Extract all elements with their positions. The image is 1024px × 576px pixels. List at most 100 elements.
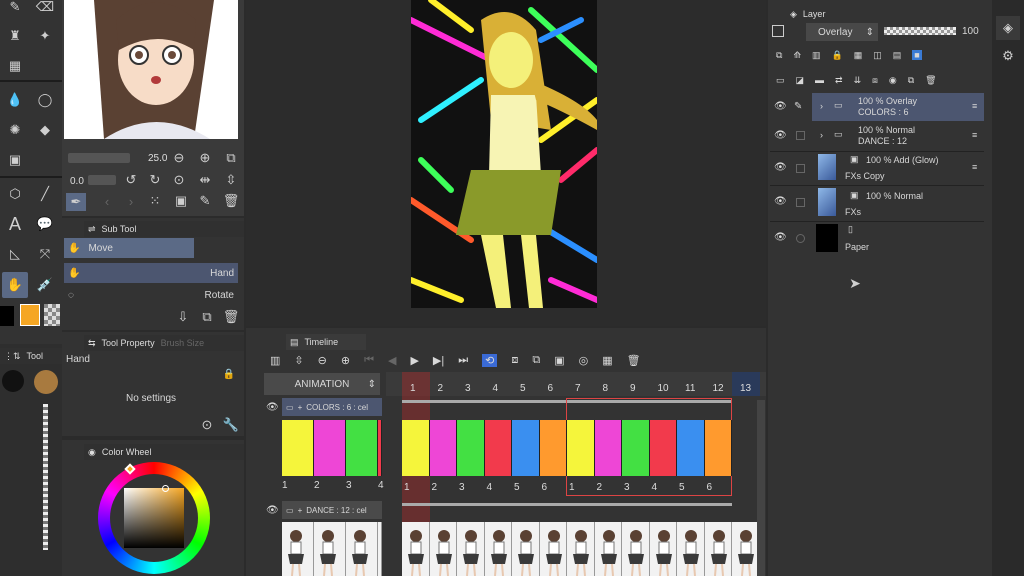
cel-block[interactable] <box>457 420 485 476</box>
cel-block[interactable] <box>429 420 457 476</box>
sparkle-tool-icon[interactable]: ✦ <box>34 26 56 46</box>
cel-block[interactable] <box>378 420 382 476</box>
color-wheel-tab[interactable]: ◉ Color Wheel <box>84 444 244 460</box>
tl-zoom-out-icon[interactable]: ⊖ <box>318 354 327 367</box>
frame-number[interactable]: 3 <box>465 383 471 394</box>
eye-icon[interactable]: 👁 <box>774 130 787 141</box>
line-tool-icon[interactable]: ╱ <box>34 184 56 204</box>
object-tool-icon[interactable]: ⬡ <box>4 184 26 204</box>
cel-block[interactable] <box>594 420 622 476</box>
zoom-out-icon[interactable]: ⊖ <box>172 150 186 165</box>
ref-icon[interactable]: ⟰ <box>793 50 801 61</box>
next-icon[interactable]: › <box>124 194 138 209</box>
dock-layer-icon[interactable]: ◈ <box>996 16 1020 40</box>
dock-material-icon[interactable]: ⚙ <box>996 44 1020 68</box>
cel-block[interactable] <box>282 420 314 476</box>
bucket-icon[interactable]: ◆ <box>34 120 56 140</box>
layer-row-fxs[interactable]: 👁 ▣ 100 % Normal FXs <box>770 185 984 219</box>
subtool-hand[interactable]: ✋ Hand <box>64 263 238 283</box>
flip-v-icon[interactable]: ⇳ <box>224 172 238 187</box>
dance-frame-thumbnail[interactable] <box>567 522 595 576</box>
tl-last-icon[interactable]: ⏭ <box>458 354 468 367</box>
pen-tool-icon[interactable]: ✎ <box>4 0 26 14</box>
dance-frame-thumbnail[interactable] <box>649 522 677 576</box>
merge-icon[interactable]: ⇊ <box>854 75 862 86</box>
cel-block[interactable] <box>346 420 378 476</box>
lock-layer-icon[interactable]: 🔒 <box>832 50 843 61</box>
frame-number[interactable]: 8 <box>603 383 609 394</box>
dance-frame-thumbnail[interactable] <box>282 522 314 576</box>
narrow-panel-tab[interactable]: ⋮⇅ Tool <box>0 348 62 364</box>
ruler-tool-icon[interactable]: ◺ <box>4 244 26 264</box>
dance-frame-thumbnail[interactable] <box>677 522 705 576</box>
frame-number[interactable]: 13 <box>740 383 751 394</box>
prev-icon[interactable]: ‹ <box>100 194 114 209</box>
rotate-left-icon[interactable]: ↺ <box>124 172 138 187</box>
fit-icon[interactable]: ⧉ <box>224 150 238 165</box>
dance-frame-thumbnail[interactable] <box>378 522 382 576</box>
track-eye-icon[interactable]: 👁 <box>266 505 279 516</box>
animation-select[interactable]: ANIMATION ⇕ <box>264 373 380 395</box>
brush-dark-dot[interactable] <box>2 370 24 392</box>
dance-frame-thumbnail[interactable] <box>346 522 378 576</box>
tl-loop-icon[interactable]: ⟲ <box>482 353 498 367</box>
frame-number[interactable]: 9 <box>630 383 636 394</box>
gradient-tool-icon[interactable]: ▣ <box>4 150 26 170</box>
text-tool-icon[interactable]: A <box>4 214 26 234</box>
delete-layer-icon[interactable]: 🗑 <box>925 75 936 86</box>
cel-block[interactable] <box>649 420 677 476</box>
empty-box[interactable] <box>796 198 805 207</box>
eyedropper-icon[interactable]: 💉 <box>34 274 56 296</box>
eye-icon[interactable]: 👁 <box>774 232 787 243</box>
tool-property-tab[interactable]: ⇆ Tool Property Brush Size <box>84 335 244 351</box>
frame-number[interactable]: 5 <box>520 383 526 394</box>
track-colors-label[interactable]: ▭ + COLORS : 6 : cel <box>282 398 382 416</box>
expand-icon[interactable]: › <box>820 101 823 111</box>
expand-icon[interactable]: › <box>820 130 823 140</box>
tl-delete-icon[interactable]: 🗑 <box>627 354 641 367</box>
subtool-import-icon[interactable]: ⇩ <box>176 309 190 324</box>
subtool-rotate[interactable]: ◌ Rotate <box>64 286 238 304</box>
balloon-tool-icon[interactable]: 💬 <box>34 214 56 234</box>
cel-block[interactable] <box>314 420 346 476</box>
canvas[interactable] <box>411 0 597 308</box>
layer-row-colors[interactable]: 👁 ✎ › ▭ 100 % Overlay COLORS : 6 ≡ <box>770 93 984 121</box>
size-slider[interactable] <box>43 404 48 550</box>
flip-h-icon[interactable]: ⇹ <box>198 172 212 187</box>
rotate-right-icon[interactable]: ↻ <box>148 172 162 187</box>
frame-number[interactable]: 12 <box>713 383 724 394</box>
cel-block[interactable] <box>484 420 512 476</box>
tl-zoom-in-icon[interactable]: ⊕ <box>341 354 350 367</box>
tl-new-icon[interactable]: ▥ <box>270 354 280 367</box>
trash-icon[interactable]: 🗑 <box>223 193 240 208</box>
tl-next-icon[interactable]: ▶| <box>433 354 444 367</box>
cel-block[interactable] <box>512 420 540 476</box>
frame-number[interactable]: 11 <box>685 383 695 394</box>
cel-block[interactable] <box>677 420 705 476</box>
track-dance-label[interactable]: ▭ + DANCE : 12 : cel <box>282 501 382 519</box>
layer-mode-box[interactable] <box>772 25 784 37</box>
dance-frame-thumbnail[interactable] <box>594 522 622 576</box>
lock-icon[interactable]: 🔒 <box>222 367 236 381</box>
tl-play-icon[interactable]: ▶ <box>410 354 418 367</box>
tl-folder-icon[interactable]: ⇳ <box>294 354 303 367</box>
correct-line-icon[interactable]: ⤧ <box>34 244 56 264</box>
menu-icon[interactable]: ≡ <box>972 101 977 111</box>
sub-color-swatch[interactable] <box>20 304 40 326</box>
frame-number[interactable]: 7 <box>575 383 581 394</box>
dance-frame-thumbnail[interactable] <box>539 522 567 576</box>
new-raster-icon[interactable]: ▭ <box>776 75 785 86</box>
menu-icon[interactable]: ≡ <box>972 162 977 172</box>
draft-icon[interactable]: ▥ <box>812 50 821 61</box>
subtool-trash-icon[interactable]: 🗑 <box>223 309 240 324</box>
timeline-tab[interactable]: ▤ Timeline <box>286 334 366 350</box>
dance-frame-thumbnail[interactable] <box>429 522 457 576</box>
mask-icon[interactable]: ◫ <box>873 50 882 61</box>
color-marker[interactable] <box>162 485 169 492</box>
frame-number[interactable]: 10 <box>658 383 669 394</box>
cel-block[interactable] <box>402 420 430 476</box>
navigator-preview[interactable] <box>64 0 238 139</box>
mask-add-icon[interactable]: ◉ <box>889 75 897 86</box>
empty-box[interactable] <box>796 131 805 140</box>
empty-box[interactable] <box>796 164 805 173</box>
